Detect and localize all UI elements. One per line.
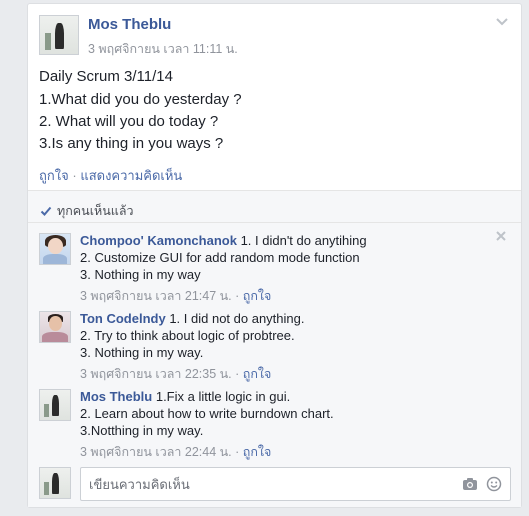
seen-by-row[interactable]: ทุกคนเห็นแล้ว — [40, 201, 134, 221]
like-link[interactable]: ถูกใจ — [39, 168, 69, 183]
seen-by-label: ทุกคนเห็นแล้ว — [57, 204, 134, 218]
comment-meta: 3 พฤศจิกายน เวลา 22:44 น. · ถูกใจ — [80, 442, 271, 462]
chevron-down-icon[interactable] — [495, 14, 509, 28]
comment-meta: 3 พฤศจิกายน เวลา 22:35 น. · ถูกใจ — [80, 364, 271, 384]
post-author-avatar[interactable] — [39, 15, 79, 55]
seen-divider — [28, 222, 521, 223]
comment-meta: 3 พฤศจิกายน เวลา 21:47 น. · ถูกใจ — [80, 286, 271, 306]
comment-timestamp[interactable]: 3 พฤศจิกายน เวลา 22:44 น. — [80, 445, 232, 459]
comment-text-line: 3. Nothing in my way — [80, 267, 201, 282]
comment-text-line: 2. Learn about how to write burndown cha… — [80, 406, 334, 421]
comment-first-line: Mos Theblu 1.Fix a little logic in gui. — [80, 389, 290, 404]
comment-timestamp[interactable]: 3 พฤศจิกายน เวลา 22:35 น. — [80, 367, 232, 381]
action-separator: · — [72, 168, 77, 183]
comment-text-line: 2. Customize GUI for add random mode fun… — [80, 250, 360, 265]
post-card: Mos Theblu 3 พฤศจิกายน เวลา 11:11 น. Dai… — [27, 3, 522, 508]
check-icon — [40, 206, 52, 216]
comment-text-line: 1.Fix a little logic in gui. — [155, 389, 291, 404]
comment-first-line: Ton Codelndy 1. I did not do anything. — [80, 311, 304, 326]
current-user-avatar — [39, 467, 71, 499]
comment-text-line: 1. I did not do anything. — [169, 311, 305, 326]
commenter-avatar[interactable] — [39, 389, 71, 421]
commenter-avatar[interactable] — [39, 311, 71, 343]
camera-icon[interactable] — [462, 477, 478, 491]
comment-text-line: 1. I didn't do anytihing — [240, 233, 367, 248]
comment-text-line: 2. Try to think about logic of probtree. — [80, 328, 295, 343]
post-text-line: 2. What will you do today ? — [39, 113, 219, 130]
close-icon[interactable] — [495, 230, 507, 242]
commenter-name[interactable]: Chompoo' Kamonchanok — [80, 233, 237, 248]
comment-text-line: 3. Nothing in my way. — [80, 345, 204, 360]
comment-link[interactable]: แสดงความคิดเห็น — [80, 168, 182, 183]
post-timestamp[interactable]: 3 พฤศจิกายน เวลา 11:11 น. — [88, 39, 238, 59]
comment-like-link[interactable]: ถูกใจ — [243, 367, 272, 381]
comment-like-link[interactable]: ถูกใจ — [243, 445, 272, 459]
post-actions: ถูกใจ · แสดงความคิดเห็น — [39, 165, 182, 186]
comment-text-line: 3.Notthing in my way. — [80, 423, 204, 438]
action-separator: · — [235, 445, 240, 459]
commenter-name[interactable]: Ton Codelndy — [80, 311, 166, 326]
comment-input[interactable] — [81, 468, 451, 500]
comment-timestamp[interactable]: 3 พฤศจิกายน เวลา 21:47 น. — [80, 289, 232, 303]
post-text-line: 1.What did you do yesterday ? — [39, 91, 242, 108]
smiley-icon[interactable] — [486, 476, 502, 492]
comment-like-link[interactable]: ถูกใจ — [243, 289, 272, 303]
action-separator: · — [235, 367, 240, 381]
post-text-line: 3.Is any thing in you ways ? — [39, 135, 224, 152]
comment-composer — [80, 467, 511, 501]
post-author-name[interactable]: Mos Theblu — [88, 16, 171, 33]
action-separator: · — [235, 289, 240, 303]
comment-first-line: Chompoo' Kamonchanok 1. I didn't do anyt… — [80, 233, 367, 248]
post-text-line: Daily Scrum 3/11/14 — [39, 68, 173, 85]
commenter-name[interactable]: Mos Theblu — [80, 389, 152, 404]
commenter-avatar[interactable] — [39, 233, 71, 265]
